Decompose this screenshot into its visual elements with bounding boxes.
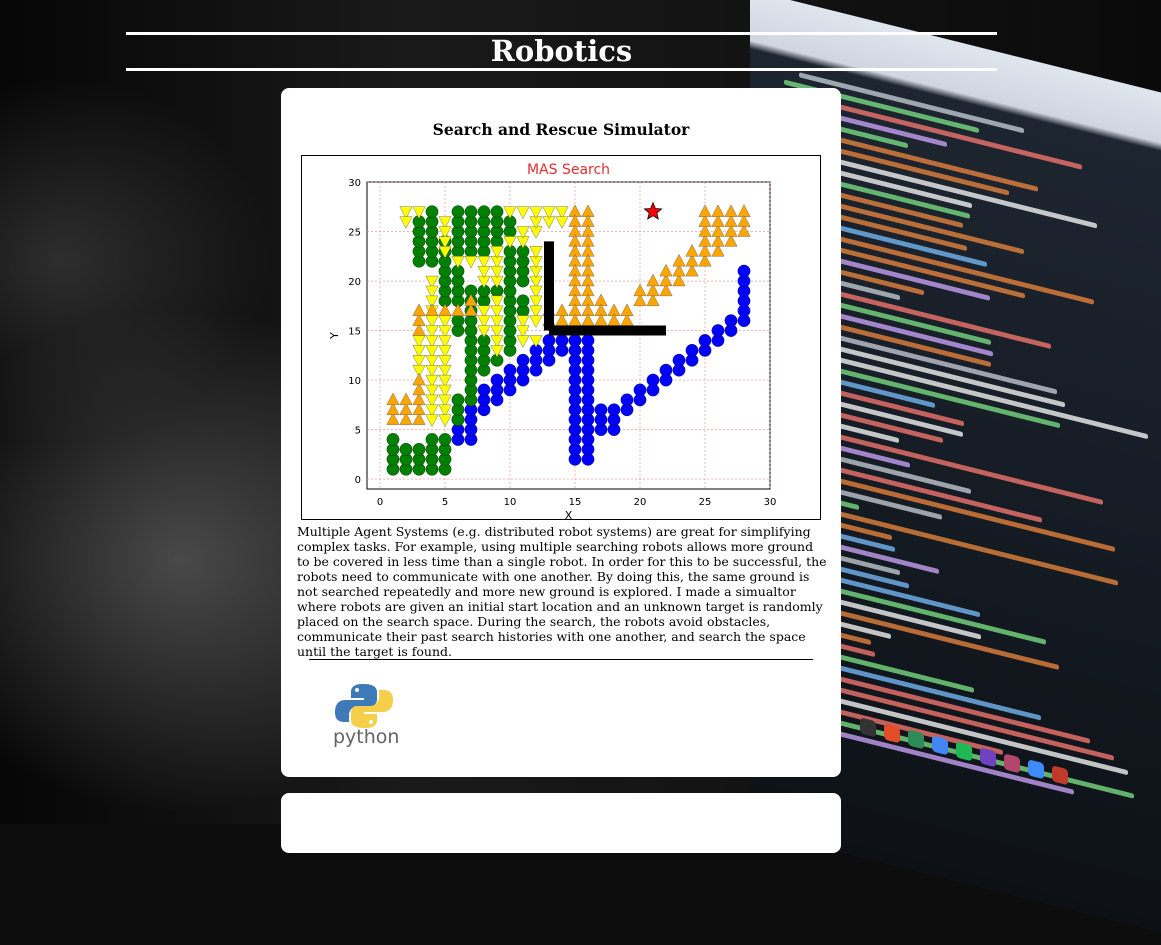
data-point: [386, 433, 400, 446]
data-point: [516, 294, 530, 308]
dock-app-icon: [908, 729, 924, 750]
data-point: [685, 344, 699, 357]
data-point: [477, 205, 491, 219]
x-tick-label: 20: [634, 497, 647, 508]
x-axis-label: X: [565, 509, 573, 519]
data-point: [412, 443, 426, 456]
chart-title: MAS Search: [527, 162, 610, 178]
mas-search-figure: 0 5 10 15 20 25 30 0 5 10 15 20 25 30 MAS Search X Y: [301, 155, 821, 520]
x-tick-label: 15: [569, 497, 582, 508]
data-point: [659, 363, 673, 377]
data-point: [568, 334, 582, 347]
data-point: [464, 205, 478, 219]
data-point: [698, 334, 712, 347]
data-point: [490, 373, 504, 387]
dock-app-icon: [1028, 759, 1044, 780]
data-point: [516, 353, 530, 367]
data-point: [503, 363, 517, 377]
data-point: [581, 334, 595, 347]
data-point: [620, 393, 634, 407]
data-point: [594, 403, 608, 417]
data-point: [477, 383, 491, 397]
data-point: [438, 433, 452, 446]
y-tick-label: 15: [348, 327, 361, 338]
y-tick-label: 0: [355, 475, 361, 486]
dock-app-icon: [956, 741, 972, 762]
y-tick-label: 25: [348, 228, 361, 239]
data-point: [542, 334, 556, 347]
dock-app-icon: [884, 723, 900, 744]
dock-app-icon: [932, 735, 948, 756]
data-point: [451, 205, 465, 219]
project-card: Search and Rescue Simulator 0 5 10 15 20 25 30…: [281, 88, 841, 777]
data-point: [724, 314, 738, 327]
data-point: [737, 264, 751, 278]
header-rule-bottom: [126, 68, 997, 71]
python-logo-text: python: [333, 726, 400, 748]
data-point: [425, 205, 439, 219]
x-tick-label: 25: [699, 497, 712, 508]
data-point: [399, 443, 413, 456]
page-title: Robotics: [490, 34, 633, 68]
x-tick-label: 0: [377, 497, 383, 508]
data-point: [425, 433, 439, 446]
project-card-next: [281, 793, 841, 853]
y-tick-label: 20: [348, 277, 361, 288]
dock-app-icon: [860, 717, 876, 738]
data-point: [490, 205, 504, 219]
data-point: [451, 393, 465, 407]
project-description: Multiple Agent Systems (e.g. distributed…: [297, 524, 827, 659]
data-point: [633, 383, 647, 397]
y-tick-label: 10: [348, 376, 361, 387]
project-title: Search and Rescue Simulator: [432, 120, 690, 139]
divider: [309, 659, 813, 660]
x-tick-label: 10: [504, 497, 517, 508]
data-point: [607, 403, 621, 417]
y-axis-label: Y: [328, 332, 341, 340]
data-point: [451, 314, 465, 327]
mas-search-chart: 0 5 10 15 20 25 30 0 5 10 15 20 25 30 MAS Search X Y: [328, 162, 777, 519]
data-point: [672, 353, 686, 367]
x-tick-label: 5: [442, 497, 448, 508]
dock-app-icon: [1052, 765, 1068, 786]
dock-app-icon: [1004, 753, 1020, 774]
x-tick-label: 30: [764, 497, 777, 508]
y-tick-label: 30: [348, 178, 361, 189]
y-tick-label: 5: [355, 426, 361, 437]
data-point: [711, 324, 725, 337]
data-point: [555, 334, 569, 347]
data-point: [646, 373, 660, 387]
dock-app-icon: [980, 747, 996, 768]
